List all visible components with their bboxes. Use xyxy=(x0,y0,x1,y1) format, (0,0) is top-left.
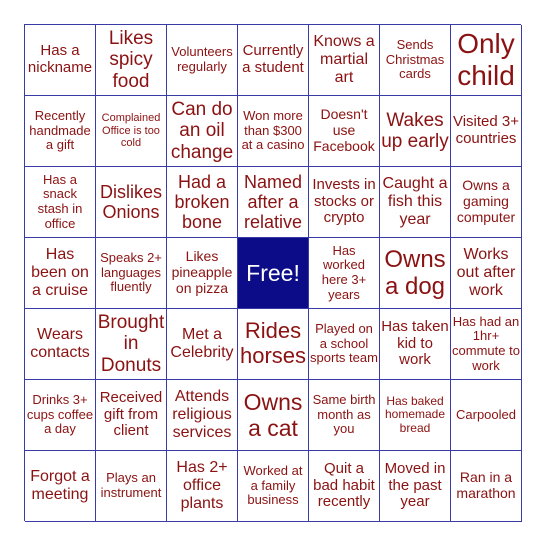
cell-label: Has taken kid to work xyxy=(381,317,449,369)
bingo-cell[interactable]: Had a broken bone xyxy=(167,167,238,238)
cell-label: Has 2+ office plants xyxy=(176,458,228,513)
cell-label: Had a broken bone xyxy=(174,171,230,233)
bingo-cell[interactable]: Has had an 1hr+ commute to work xyxy=(451,309,522,380)
bingo-cell[interactable]: Drinks 3+ cups coffee a day xyxy=(25,380,96,451)
cell-label: Has baked homemade bread xyxy=(384,393,446,435)
cell-label: Plays an instrument xyxy=(100,470,162,500)
cell-label: Ran in a marathon xyxy=(456,469,516,501)
cell-label: Owns a gaming computer xyxy=(456,177,516,225)
cell-label: Invests in stocks or crypto xyxy=(312,175,376,227)
cell-label: Named after a relative xyxy=(243,171,303,233)
bingo-card: Has a nickname Likes spicy food Volunteers… xyxy=(24,24,522,522)
cell-label: Owns a dog xyxy=(384,245,446,300)
cell-label: Complained Office is too cold xyxy=(101,112,161,150)
bingo-cell[interactable]: Has taken kid to work xyxy=(380,309,451,380)
cell-label: Wakes up early xyxy=(381,109,449,152)
bingo-cell[interactable]: Recently handmade a gift xyxy=(25,96,96,167)
cell-label: Has a snack stash in office xyxy=(37,171,83,231)
bingo-cell[interactable]: Has a snack stash in office xyxy=(25,167,96,238)
cell-label: Received gift from client xyxy=(99,388,163,440)
cell-label: Doesn't use Facebook xyxy=(313,106,375,154)
cell-label: Drinks 3+ cups coffee a day xyxy=(26,391,94,437)
cell-label: Visited 3+ countries xyxy=(452,113,520,147)
bingo-cell[interactable]: Received gift from client xyxy=(96,380,167,451)
cell-label: Works out after work xyxy=(456,245,516,300)
cell-label: Only child xyxy=(457,28,515,91)
cell-label: Worked at a family business xyxy=(243,462,303,508)
cell-label: Forgot a meeting xyxy=(30,467,90,503)
bingo-cell[interactable]: Has baked homemade bread xyxy=(380,380,451,451)
bingo-cell[interactable]: Doesn't use Facebook xyxy=(309,96,380,167)
bingo-cell[interactable]: Complained Office is too cold xyxy=(96,96,167,167)
cell-label: Speaks 2+ languages fluently xyxy=(100,249,162,295)
bingo-cell[interactable]: Wakes up early xyxy=(380,96,451,167)
bingo-cell[interactable]: Knows a martial art xyxy=(309,25,380,96)
bingo-cell[interactable]: Likes spicy food xyxy=(96,25,167,96)
bingo-cell[interactable]: Carpooled xyxy=(451,380,522,451)
bingo-cell[interactable]: Owns a gaming computer xyxy=(451,167,522,238)
bingo-cell[interactable]: Won more than $300 at a casino xyxy=(238,96,309,167)
bingo-cell[interactable]: Brought in Donuts xyxy=(96,309,167,380)
bingo-cell[interactable]: Invests in stocks or crypto xyxy=(309,167,380,238)
cell-label: Caught a fish this year xyxy=(382,174,448,229)
bingo-cell[interactable]: Attends religious services xyxy=(167,380,238,451)
cell-label: Has worked here 3+ years xyxy=(321,242,367,302)
cell-label: Sends Christmas cards xyxy=(385,36,445,82)
bingo-cell[interactable]: Rides horses xyxy=(238,309,309,380)
cell-label: Attends religious services xyxy=(172,387,232,442)
bingo-cell[interactable]: Moved in the past year xyxy=(380,451,451,522)
cell-label: Knows a martial art xyxy=(313,32,375,87)
bingo-cell[interactable]: Speaks 2+ languages fluently xyxy=(96,238,167,309)
bingo-cell[interactable]: Visited 3+ countries xyxy=(451,96,522,167)
bingo-cell[interactable]: Owns a dog xyxy=(380,238,451,309)
bingo-cell[interactable]: Named after a relative xyxy=(238,167,309,238)
bingo-cell[interactable]: Plays an instrument xyxy=(96,451,167,522)
bingo-cell[interactable]: Dislikes Onions xyxy=(96,167,167,238)
cell-label: Has had an 1hr+ commute to work xyxy=(452,313,520,373)
cell-label: Has been on a cruise xyxy=(31,245,89,300)
free-space-cell[interactable]: Free! xyxy=(238,238,309,309)
bingo-cell[interactable]: Forgot a meeting xyxy=(25,451,96,522)
cell-label: Can do an oil change xyxy=(170,98,234,163)
bingo-cell[interactable]: Can do an oil change xyxy=(167,96,238,167)
bingo-cell[interactable]: Only child xyxy=(451,25,522,96)
cell-label: Likes pineapple on pizza xyxy=(171,248,233,296)
bingo-cell[interactable]: Likes pineapple on pizza xyxy=(167,238,238,309)
bingo-cell[interactable]: Owns a cat xyxy=(238,380,309,451)
cell-label: Won more than $300 at a casino xyxy=(241,107,305,153)
cell-label: Quit a bad habit recently xyxy=(313,459,375,511)
bingo-cell[interactable]: Worked at a family business xyxy=(238,451,309,522)
cell-label: Same birth month as you xyxy=(312,391,376,437)
cell-label: Carpooled xyxy=(456,406,516,422)
bingo-cell[interactable]: Same birth month as you xyxy=(309,380,380,451)
bingo-cell[interactable]: Volunteers regularly xyxy=(167,25,238,96)
cell-label: Owns a cat xyxy=(243,389,303,441)
cell-label: Met a Celebrity xyxy=(170,325,234,361)
bingo-cell[interactable]: Sends Christmas cards xyxy=(380,25,451,96)
bingo-cell[interactable]: Caught a fish this year xyxy=(380,167,451,238)
cell-label: Has a nickname xyxy=(27,42,93,76)
cell-label: Dislikes Onions xyxy=(99,181,162,222)
cell-label: Volunteers regularly xyxy=(171,44,233,74)
cell-label: Brought in Donuts xyxy=(97,311,165,376)
bingo-cell[interactable]: Has been on a cruise xyxy=(25,238,96,309)
bingo-cell[interactable]: Met a Celebrity xyxy=(167,309,238,380)
bingo-cell[interactable]: Has 2+ office plants xyxy=(167,451,238,522)
cell-label: Played on a school sports team xyxy=(310,320,378,366)
cell-label: Moved in the past year xyxy=(384,459,446,511)
cell-label: Currently a student xyxy=(242,42,304,76)
cell-label: Wears contacts xyxy=(30,325,90,361)
cell-label: Free! xyxy=(246,260,300,286)
cell-label: Recently handmade a gift xyxy=(29,107,91,153)
bingo-cell[interactable]: Has a nickname xyxy=(25,25,96,96)
bingo-cell[interactable]: Wears contacts xyxy=(25,309,96,380)
cell-label: Rides horses xyxy=(239,318,307,368)
cell-label: Likes spicy food xyxy=(108,27,154,92)
bingo-cell[interactable]: Ran in a marathon xyxy=(451,451,522,522)
bingo-cell[interactable]: Currently a student xyxy=(238,25,309,96)
bingo-cell[interactable]: Works out after work xyxy=(451,238,522,309)
bingo-cell[interactable]: Has worked here 3+ years xyxy=(309,238,380,309)
bingo-cell[interactable]: Quit a bad habit recently xyxy=(309,451,380,522)
bingo-cell[interactable]: Played on a school sports team xyxy=(309,309,380,380)
